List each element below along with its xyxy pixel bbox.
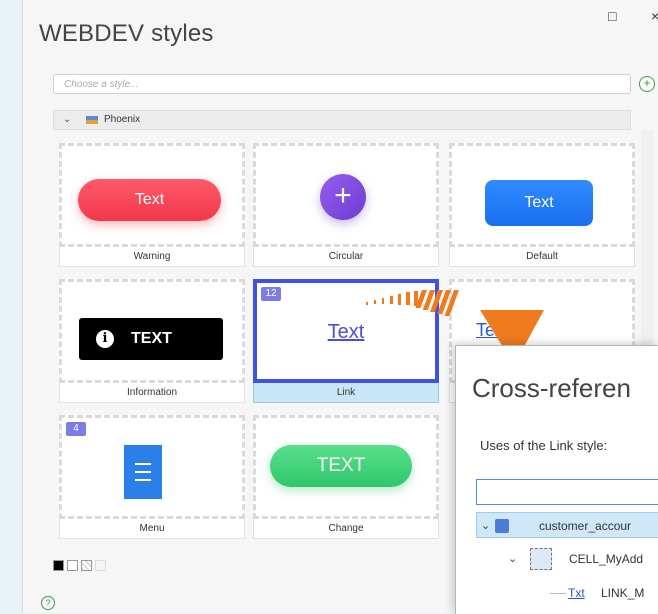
style-label: Change [253,519,439,539]
add-style-icon[interactable]: + [639,76,655,92]
crossref-search-input[interactable] [476,479,658,505]
change-button-preview: TEXT [270,445,412,487]
style-preview: + [253,143,439,247]
swatch-light[interactable] [95,560,106,571]
warning-button-preview: Text [78,179,221,221]
style-label: Warning [59,247,245,267]
style-card-default[interactable]: Text Default [449,143,635,267]
help-icon[interactable]: ? [41,596,55,610]
style-preview: i TEXT [59,279,245,383]
swatch-pattern[interactable] [81,560,92,571]
group-icon [86,116,98,124]
tree-label: LINK_M [601,586,645,600]
usage-count-badge: 4 [66,422,86,436]
tree-row-link[interactable]: Txt LINK_M [476,580,658,606]
usage-count-badge: 12 [261,287,281,301]
chevron-down-icon[interactable]: ⌄ [508,546,517,572]
style-card-change[interactable]: TEXT Change [253,415,439,539]
style-label: Information [59,383,245,403]
style-card-information[interactable]: i TEXT Information [59,279,245,403]
style-label: Default [449,247,635,267]
group-header-phoenix[interactable]: ⌄ Phoenix [53,110,631,130]
page-icon [495,519,509,533]
tree-label: CELL_MyAdd [569,552,644,566]
style-preview: 4 [59,415,245,519]
tree-row-cell[interactable]: ⌄ CELL_MyAdd [476,546,658,572]
menu-icon [124,445,162,499]
maximize-button[interactable]: □ [608,8,616,24]
style-label: Link [253,383,439,403]
swatch-black[interactable] [53,560,64,571]
default-button-preview: Text [485,180,593,226]
style-label: Menu [59,519,245,539]
tree-row-page[interactable]: ⌄ customer_accour [476,512,658,538]
circular-button-preview: + [320,174,366,220]
crossref-uses-label: Uses of the Link style: [480,438,608,453]
style-card-menu[interactable]: 4 Menu [59,415,245,539]
cell-icon [530,548,552,570]
tree-connector [550,593,566,594]
chevron-down-icon[interactable]: ⌄ [63,111,71,129]
info-icon: i [96,330,114,348]
information-button-preview: i TEXT [79,318,223,360]
style-card-warning[interactable]: Text Warning [59,143,245,267]
swatch-white[interactable] [67,560,78,571]
group-label: Phoenix [104,114,141,125]
style-preview: Text [449,143,635,247]
text-control-icon: Txt [568,586,585,600]
chevron-down-icon[interactable]: ⌄ [481,513,490,539]
crossref-title: Cross-referen [472,373,631,403]
style-label: Circular [253,247,439,267]
style-card-circular[interactable]: + Circular [253,143,439,267]
style-search-input[interactable]: Choose a style... [53,74,631,94]
style-preview: TEXT [253,415,439,519]
cross-reference-panel: Cross-referen Uses of the Link style: ⌄ … [455,345,658,614]
style-preview: Text [59,143,245,247]
close-button[interactable]: × [651,8,658,24]
tree-label: customer_accour [539,519,632,533]
information-preview-text: TEXT [131,330,172,347]
window-title: WEBDEV styles [39,20,214,47]
